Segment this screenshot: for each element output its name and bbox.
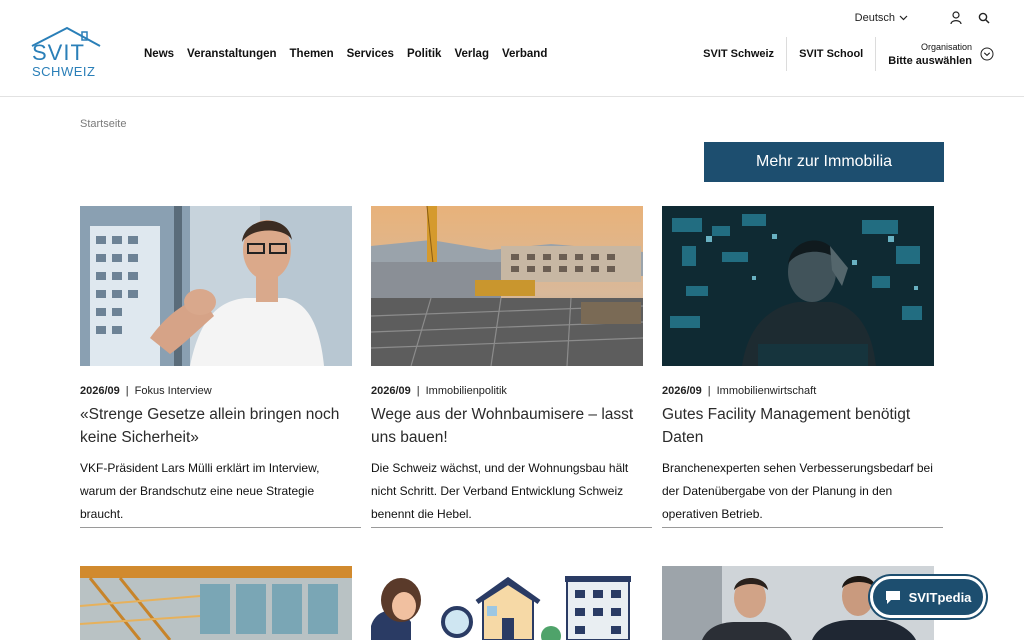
article-image-interview[interactable]: [80, 206, 352, 366]
svit-logo[interactable]: SVIT SCHWEIZ: [30, 26, 104, 79]
organisation-value: Bitte auswählen: [888, 54, 972, 67]
meta-separator: |: [416, 385, 420, 397]
circle-chevron-down-icon: [980, 47, 994, 61]
article-card[interactable]: 2026/09 | Fokus Interview «Strenge Gesetze…: [80, 206, 361, 528]
article-meta: 2026/09 | Immobilienwirtschaft: [662, 385, 934, 397]
article-grid-row-2: [80, 566, 944, 640]
nav-item-services[interactable]: Services: [347, 48, 394, 60]
secondary-navigation: SVIT Schweiz SVIT School Organisation Bi…: [703, 37, 994, 71]
chevron-down-icon: [899, 15, 908, 21]
immobilia-cta-button[interactable]: Mehr zur Immobilia: [704, 142, 944, 182]
article-category: Immobilienpolitik: [425, 385, 507, 397]
nav-item-news[interactable]: News: [144, 48, 174, 60]
user-icon[interactable]: [946, 10, 966, 26]
utility-bar: Deutsch: [855, 10, 994, 26]
article-issue: 2026/09: [80, 385, 120, 397]
article-image-building-interior[interactable]: [80, 566, 352, 640]
article-meta: 2026/09 | Fokus Interview: [80, 385, 352, 397]
svitpedia-label: SVITpedia: [908, 589, 972, 605]
nav-item-veranstaltungen[interactable]: Veranstaltungen: [187, 48, 276, 60]
language-selector[interactable]: Deutsch: [855, 12, 908, 24]
card-divider: [662, 527, 943, 528]
nav-item-themen[interactable]: Themen: [290, 48, 334, 60]
article-description: Branchenexperten sehen Verbesserungsbeda…: [662, 461, 933, 521]
article-title[interactable]: Gutes Facility Management benötigt Daten: [662, 403, 934, 449]
article-image-construction[interactable]: [371, 206, 643, 366]
site-header: SVIT SCHWEIZ News Veranstaltungen Themen…: [0, 0, 1024, 97]
link-svit-school[interactable]: SVIT School: [787, 37, 877, 71]
organisation-selector[interactable]: Organisation Bitte auswählen: [876, 37, 994, 71]
nav-item-verband[interactable]: Verband: [502, 48, 547, 60]
article-grid: 2026/09 | Fokus Interview «Strenge Gesetze…: [80, 206, 944, 528]
nav-item-verlag[interactable]: Verlag: [454, 48, 489, 60]
article-card[interactable]: 2026/09 | Immobilienwirtschaft Gutes Facil…: [662, 206, 943, 528]
nav-item-politik[interactable]: Politik: [407, 48, 442, 60]
card-divider: [80, 527, 361, 528]
svitpedia-chat-button[interactable]: SVITpedia: [870, 576, 986, 618]
article-image-facility-data[interactable]: [662, 206, 934, 366]
chat-icon: [885, 590, 900, 604]
article-issue: 2026/09: [662, 385, 702, 397]
search-icon[interactable]: [974, 10, 994, 26]
logo-text-schweiz: SCHWEIZ: [32, 64, 96, 79]
article-issue: 2026/09: [371, 385, 411, 397]
article-category: Fokus Interview: [134, 385, 212, 397]
meta-separator: |: [125, 385, 129, 397]
article-title[interactable]: «Strenge Gesetze allein bringen noch kei…: [80, 403, 352, 449]
article-title[interactable]: Wege aus der Wohnbaumisere – lasst uns b…: [371, 403, 643, 449]
organisation-label: Organisation: [920, 41, 972, 52]
link-svit-schweiz[interactable]: SVIT Schweiz: [703, 37, 788, 71]
article-category: Immobilienwirtschaft: [716, 385, 817, 397]
article-meta: 2026/09 | Immobilienpolitik: [371, 385, 643, 397]
card-divider: [371, 527, 652, 528]
article-description: VKF-Präsident Lars Mülli erklärt im Inte…: [80, 461, 320, 521]
breadcrumb[interactable]: Startseite: [80, 118, 126, 130]
meta-separator: |: [707, 385, 711, 397]
article-card[interactable]: 2026/09 | Immobilienpolitik Wege aus der W…: [371, 206, 652, 528]
article-image-illustration[interactable]: [371, 566, 643, 640]
language-label: Deutsch: [854, 12, 895, 24]
article-description: Die Schweiz wächst, und der Wohnungsbau …: [371, 461, 629, 521]
main-navigation: News Veranstaltungen Themen Services Pol…: [144, 48, 560, 60]
logo-text-svit: SVIT: [32, 40, 85, 65]
organisation-text: Organisation Bitte auswählen: [888, 42, 972, 67]
